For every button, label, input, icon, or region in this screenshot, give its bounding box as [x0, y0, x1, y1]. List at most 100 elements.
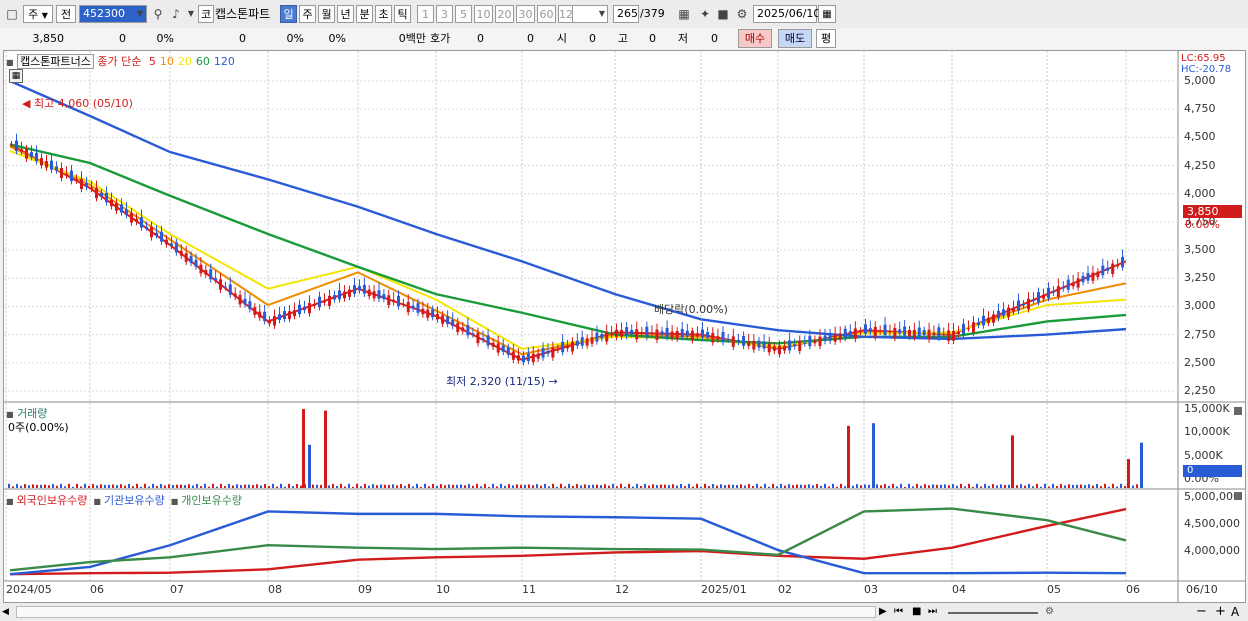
volume-bar [428, 486, 430, 488]
grid-icon[interactable]: ▦ [9, 69, 23, 83]
calendar-icon[interactable]: ▦ [818, 5, 836, 23]
volume-bar [1132, 485, 1134, 488]
holder-y-tick-2: 4,000,000 [1184, 544, 1240, 557]
pct-2: 0% [328, 32, 346, 45]
forward-icon[interactable]: ⏭ [928, 605, 937, 619]
interval-button-20[interactable]: 20 [495, 5, 514, 23]
zoom-out-icon[interactable]: − [1196, 604, 1207, 620]
interval-button-5[interactable]: 5 [455, 5, 472, 23]
candle-body [575, 340, 579, 346]
interval-button-1[interactable]: 1 [417, 5, 434, 23]
holder-panel-close-icon[interactable] [1234, 492, 1242, 500]
value-2: 0 [527, 32, 534, 45]
window-icon[interactable]: □ [3, 5, 21, 23]
count-input[interactable]: 265 [613, 5, 639, 23]
panel-dot-icon: ■ [170, 497, 179, 506]
scroll-left-icon[interactable]: ◀ [2, 605, 14, 619]
volume-bar [412, 486, 414, 488]
candle-body [174, 242, 178, 253]
candle-body [471, 333, 475, 335]
prefix-button[interactable]: 전 [56, 5, 76, 23]
save-icon[interactable]: ■ [714, 5, 732, 23]
interval-dropdown-icon[interactable]: ▼ [593, 5, 611, 23]
stock-type-button[interactable]: 코 [198, 5, 214, 23]
interval-button-30[interactable]: 30 [516, 5, 535, 23]
candle-body [238, 294, 242, 305]
code-dropdown-icon[interactable]: ▼ [131, 5, 149, 23]
volume-bar [64, 486, 66, 488]
candle-body [348, 289, 351, 297]
volume-bar [348, 483, 350, 488]
candle-body [772, 346, 776, 351]
candle-body [333, 295, 336, 300]
volume-bar [160, 484, 162, 488]
search-icon[interactable]: ⚲ [149, 5, 167, 23]
candle-body [170, 243, 173, 246]
volume-bar [756, 483, 758, 488]
balance-button[interactable]: 평 [816, 29, 836, 48]
volume-value: 0 [239, 32, 246, 45]
scroll-track[interactable] [16, 606, 876, 618]
volume-bar [1088, 484, 1090, 488]
candle-body [263, 311, 267, 322]
candle-body [843, 328, 847, 339]
tab-period-1[interactable]: 주 [299, 5, 316, 23]
volume-bar [1004, 484, 1006, 488]
date-input[interactable]: 2025/06/10 [753, 5, 820, 23]
volume-bar [1100, 486, 1102, 488]
interval-button-3[interactable]: 3 [436, 5, 453, 23]
font-size-icon[interactable]: A [1231, 604, 1239, 620]
volume-bar [640, 486, 642, 488]
zoom-in-icon[interactable]: + [1215, 604, 1226, 620]
scroll-right-icon[interactable]: ▶ [879, 605, 887, 619]
buy-button[interactable]: 매수 [738, 29, 772, 48]
candle-body [716, 336, 720, 340]
volume-bar [808, 484, 810, 488]
volume-bar [792, 485, 794, 488]
volume-bar [100, 484, 102, 488]
price-y-tick-9: 2,750 [1184, 327, 1216, 341]
chart-svg[interactable] [4, 51, 1245, 602]
tab-period-6[interactable]: 틱 [394, 5, 411, 23]
volume-spike-bar [1127, 459, 1130, 488]
candle-body [1066, 279, 1070, 290]
volume-bar [1064, 485, 1066, 488]
period-left-dropdown[interactable]: 주 ▼ [23, 5, 53, 23]
volume-panel-close-icon[interactable] [1234, 407, 1242, 415]
candle-body [219, 279, 222, 290]
holder-y-tick-1: 4,500,000 [1184, 517, 1240, 530]
tab-period-4[interactable]: 분 [356, 5, 373, 23]
interval-button-60[interactable]: 60 [537, 5, 556, 23]
candle-body [731, 336, 735, 347]
stock-label[interactable]: 캡스톤파트너스 [17, 54, 94, 69]
draw-tool-icon[interactable]: ✦ [696, 5, 714, 23]
candle-body [680, 329, 684, 338]
tab-period-0[interactable]: 일 [280, 5, 297, 23]
price-change: 0 [119, 32, 126, 45]
tab-period-2[interactable]: 월 [318, 5, 335, 23]
volume-bar [312, 484, 314, 488]
gear-icon[interactable]: ⚙ [733, 5, 751, 23]
interval-button-10[interactable]: 10 [474, 5, 493, 23]
volume-bar [812, 485, 814, 488]
candle-body [561, 341, 565, 353]
chart-area[interactable]: ■ 캡스톤파트너스 종가 단순 5 10 20 60 120 ▦ LC:65.95 HC… [3, 50, 1246, 603]
rewind-icon[interactable]: ⏮ [894, 605, 903, 619]
candle-body [1027, 298, 1030, 310]
candle-body [80, 178, 83, 190]
volume-bar [784, 485, 786, 488]
candle-body [783, 345, 787, 351]
candle-body [446, 316, 450, 324]
tools-icon[interactable]: ⚙ [1045, 605, 1054, 619]
candle-body [273, 316, 276, 326]
zoom-slider[interactable] [948, 612, 1038, 614]
candle-body [570, 341, 574, 352]
tab-period-3[interactable]: 년 [337, 5, 354, 23]
tab-period-5[interactable]: 초 [375, 5, 392, 23]
candle-body [1101, 265, 1105, 276]
stop-icon[interactable]: ■ [912, 605, 921, 619]
candle-icon[interactable]: ▦ [675, 5, 693, 23]
candle-body [546, 350, 550, 354]
sell-button[interactable]: 매도 [778, 29, 812, 48]
volume-bar [448, 484, 450, 488]
